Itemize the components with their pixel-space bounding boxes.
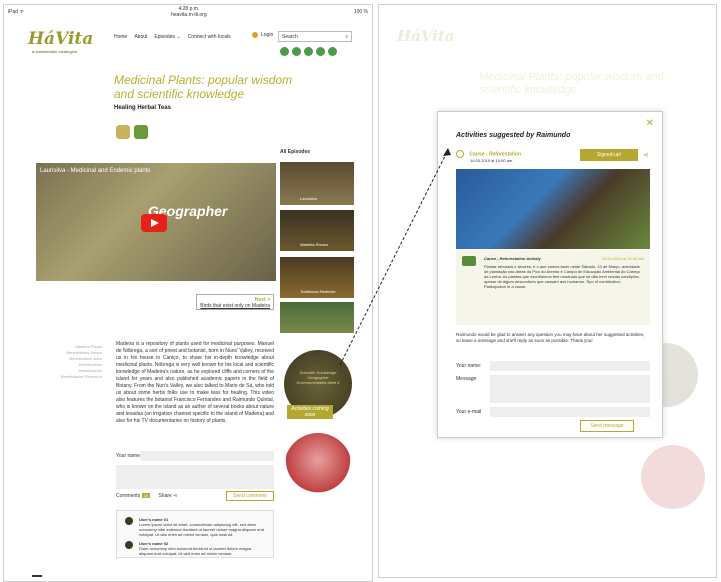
activity-photo [456,169,650,249]
name-item: Beneficiaries Research [60,374,102,379]
reforestation-icon [462,256,476,266]
modal-title: Activities suggested by Raimundo [456,132,571,139]
comment-text: Diam nonummy nibh euismod tincidunt ut l… [139,546,252,556]
comments-list: User's name 01 Lorem ipsum dolor sit amet… [116,510,274,558]
episodes-heading: All Episodes [280,149,311,155]
your-name-input[interactable] [140,451,274,461]
your-name-input[interactable] [490,361,650,371]
episode-label: Madeira Rooms [300,242,329,247]
status-bar: iPad ᯤ 4:28 p.m. heavita.m-iti.org 100 % [4,5,372,19]
video-player[interactable]: Laurisilva - Medicinal and Endemic plant… [36,163,276,281]
logo-text: HáVita [28,29,94,49]
comments-row: Comments (2) Share ⋖ [116,493,177,499]
activity-card: Cause - Reforestation Activity 10.03.201… [456,250,650,325]
episode-thumb[interactable]: Laurisilva [280,162,354,205]
top-nav: Home About Episodes ⌄ Connect with local… [114,34,231,40]
episode-thumb[interactable]: Traditional Medicine [280,257,354,298]
activity-date: 10.03.2019 at 10:00 am [601,256,644,261]
episode-label: Laurisilva [300,196,317,201]
nav-home[interactable]: Home [114,34,127,40]
social-icons [280,47,337,56]
close-icon[interactable]: ✕ [646,118,654,129]
activities-modal: ✕ Activities suggested by Raimundo Cause… [437,111,663,438]
episode-thumb[interactable] [280,302,354,333]
search-icon: ⌕ [345,34,348,40]
search-placeholder: Search [282,34,298,40]
email-label: Your e-mail [456,409,482,415]
nav-episodes[interactable]: Episodes ⌄ [154,34,180,40]
share-button[interactable]: Share ⋖ [158,493,177,499]
nav-connect[interactable]: Connect with locals [188,34,231,40]
comments-label: Comments [116,493,141,499]
share-icon: ⋖ [173,493,178,499]
page-title: Medicinal Plants: popular wisdom and sci… [114,73,293,101]
status-url: heavita.m-iti.org [171,12,207,18]
googleplus-icon[interactable] [316,47,325,56]
play-icon[interactable] [141,214,167,232]
logo-tagline: a sustainable strategies [32,49,78,54]
raimundo-message: Raimundo would be glad to answer any que… [456,332,645,343]
activities-coming-badge[interactable]: Activities coming soon [287,405,333,419]
twitter-icon[interactable] [304,47,313,56]
user-icon [252,32,258,38]
cause-header: Cause - Reforestation 10.03.2019 at 10:0… [456,150,521,164]
activity-text: Plantar arbustos e árvores, é o que vamo… [484,264,641,289]
comment-item: User's name 02 Diam nonummy nibh euismod … [125,541,265,556]
signed-up-button[interactable]: Signed-up! [580,149,638,161]
login-label: Login [261,32,274,38]
send-message-button[interactable]: Send message [580,420,634,432]
herb-icon [134,125,148,139]
message-textarea[interactable] [490,375,650,403]
send-comment-button[interactable]: Send comment [226,491,274,501]
video-title: Laurisilva - Medicinal and Endemic plant… [40,168,151,174]
share-label: Share [158,493,172,499]
faded-logo: HáVita [397,27,455,45]
activity-title: Cause - Reforestation Activity [484,256,541,261]
facebook-icon[interactable] [292,47,301,56]
person-avatar[interactable] [284,433,352,501]
next-episode-title: Birds that exist only on Madeira [200,303,270,309]
article-body: Madeira is a repository of plants used f… [116,341,274,424]
email-input[interactable] [490,407,650,417]
right-device-screen: HáVita Medicinal Plants: popular wisdom … [378,4,717,578]
episode-thumb[interactable]: Madeira Rooms [280,210,354,251]
next-episode-link[interactable]: Next > Birds that exist only on Madeira [196,294,274,310]
email-icon[interactable] [328,47,337,56]
site-logo[interactable]: HáVita a sustainable strategies [28,29,93,54]
avatar [125,517,133,525]
cause-date: 10.03.2019 at 10:00 am. [470,158,514,163]
comment-item: User's name 01 Lorem ipsum dolor sit amet… [125,517,265,537]
faded-title: Medicinal Plants: popular wisdom and sci… [479,71,664,96]
avatar [125,541,133,549]
share-icon[interactable]: ⋖ [643,151,649,159]
expert-circle-text: Scientific Knowledge Geographer Environm… [296,370,340,385]
featured-names: Madeira Plants Beneficiaries Amaro Benef… [34,344,102,380]
faded-avatar [641,445,705,509]
comments-count: (2) [141,493,151,498]
your-name-label: Your name [116,453,140,459]
home-indicator [32,575,42,577]
login-button[interactable]: Login [252,32,273,38]
comment-text: Lorem ipsum dolor sit amet, consectetuer… [139,522,264,537]
search-input[interactable]: Search ⌕ [278,31,352,42]
carrier: iPad ᯤ [8,9,24,15]
battery: 100 % [353,9,368,15]
message-label: Message [456,376,477,382]
tea-icon [116,125,130,139]
your-name-label: Your name: [456,363,482,369]
cause-icon [456,150,464,158]
episode-label: Traditional Medicine [300,289,336,294]
cause-title: Cause - Reforestation [469,151,522,158]
left-device-screen: iPad ᯤ 4:28 p.m. heavita.m-iti.org 100 %… [3,4,373,582]
instagram-icon[interactable] [280,47,289,56]
comment-textarea[interactable] [116,465,274,489]
nav-about[interactable]: About [134,34,147,40]
plant-icons [116,125,148,139]
page-subtitle: Healing Herbal Teas [114,105,171,111]
